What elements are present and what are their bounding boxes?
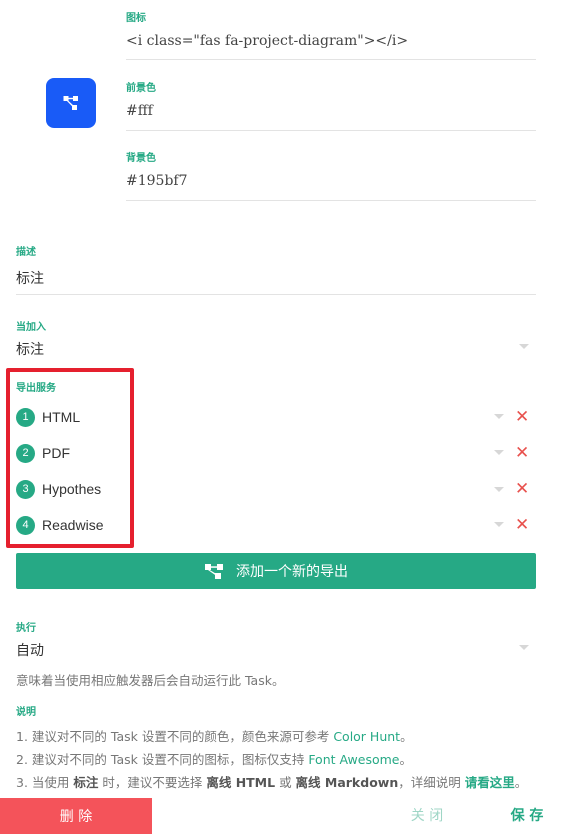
execute-hint: 意味着当使用相应触发器后会自动运行此 Task。 [16, 673, 285, 688]
font-awesome-link[interactable]: Font Awesome [308, 752, 399, 767]
icon-field-input[interactable]: <i class="fas fa-project-diagram"></i> [126, 33, 408, 49]
service-select-html[interactable]: HTML [42, 409, 80, 425]
service-index-badge: 1 [16, 408, 35, 427]
close-button-label: 关 闭 [410, 808, 444, 824]
caret-down-icon[interactable] [494, 522, 504, 527]
notes-label: 说明 [16, 707, 36, 718]
close-icon[interactable]: ✕ [515, 445, 529, 462]
service-select-pdf[interactable]: PDF [42, 445, 70, 461]
service-index-badge: 3 [16, 480, 35, 499]
add-export-button[interactable]: 添加一个新的导出 [16, 553, 536, 589]
project-diagram-icon [205, 564, 223, 579]
divider [126, 59, 536, 60]
caret-down-icon[interactable] [519, 344, 529, 349]
delete-button[interactable]: 删 除 [0, 798, 152, 834]
save-button[interactable]: 保 存 [492, 805, 562, 827]
note-line-1: 1. 建议对不同的 Task 设置不同的颜色，颜色来源可参考 Color Hun… [16, 729, 413, 744]
service-index-badge: 2 [16, 444, 35, 463]
when-added-field-label: 当加入 [16, 322, 46, 333]
foreground-field-label: 前景色 [126, 83, 156, 94]
when-added-select[interactable]: 标注 [16, 339, 44, 359]
close-button[interactable]: 关 闭 [392, 805, 462, 827]
execute-field-label: 执行 [16, 623, 36, 634]
service-select-hypothes[interactable]: Hypothes [42, 481, 101, 497]
divider [126, 130, 536, 131]
background-color-input[interactable]: #195bf7 [126, 173, 188, 189]
divider [126, 200, 536, 201]
note-line-2: 2. 建议对不同的 Task 设置不同的图标，图标仅支持 Font Awesom… [16, 752, 413, 767]
project-diagram-icon [63, 96, 78, 110]
caret-down-icon[interactable] [494, 414, 504, 419]
foreground-color-input[interactable]: #fff [126, 103, 153, 119]
delete-button-label: 删 除 [59, 809, 93, 825]
description-input[interactable]: 标注 [16, 268, 44, 288]
icon-preview [46, 78, 96, 128]
close-icon[interactable]: ✕ [515, 517, 529, 534]
execute-select[interactable]: 自动 [16, 640, 44, 660]
caret-down-icon[interactable] [494, 487, 504, 492]
background-field-label: 背景色 [126, 153, 156, 164]
description-field-label: 描述 [16, 247, 36, 258]
caret-down-icon[interactable] [494, 450, 504, 455]
color-hunt-link[interactable]: Color Hunt [333, 729, 400, 744]
caret-down-icon[interactable] [519, 645, 529, 650]
close-icon[interactable]: ✕ [515, 481, 529, 498]
save-button-label: 保 存 [510, 808, 544, 824]
icon-field-label: 图标 [126, 13, 146, 24]
note-line-3: 3. 当使用 标注 时，建议不要选择 离线 HTML 或 离线 Markdown… [16, 775, 528, 790]
close-icon[interactable]: ✕ [515, 409, 529, 426]
service-select-readwise[interactable]: Readwise [42, 517, 103, 533]
divider [16, 294, 536, 295]
see-here-link[interactable]: 请看这里 [465, 775, 515, 790]
add-export-button-label: 添加一个新的导出 [236, 564, 348, 580]
service-index-badge: 4 [16, 516, 35, 535]
export-services-label: 导出服务 [16, 383, 56, 394]
